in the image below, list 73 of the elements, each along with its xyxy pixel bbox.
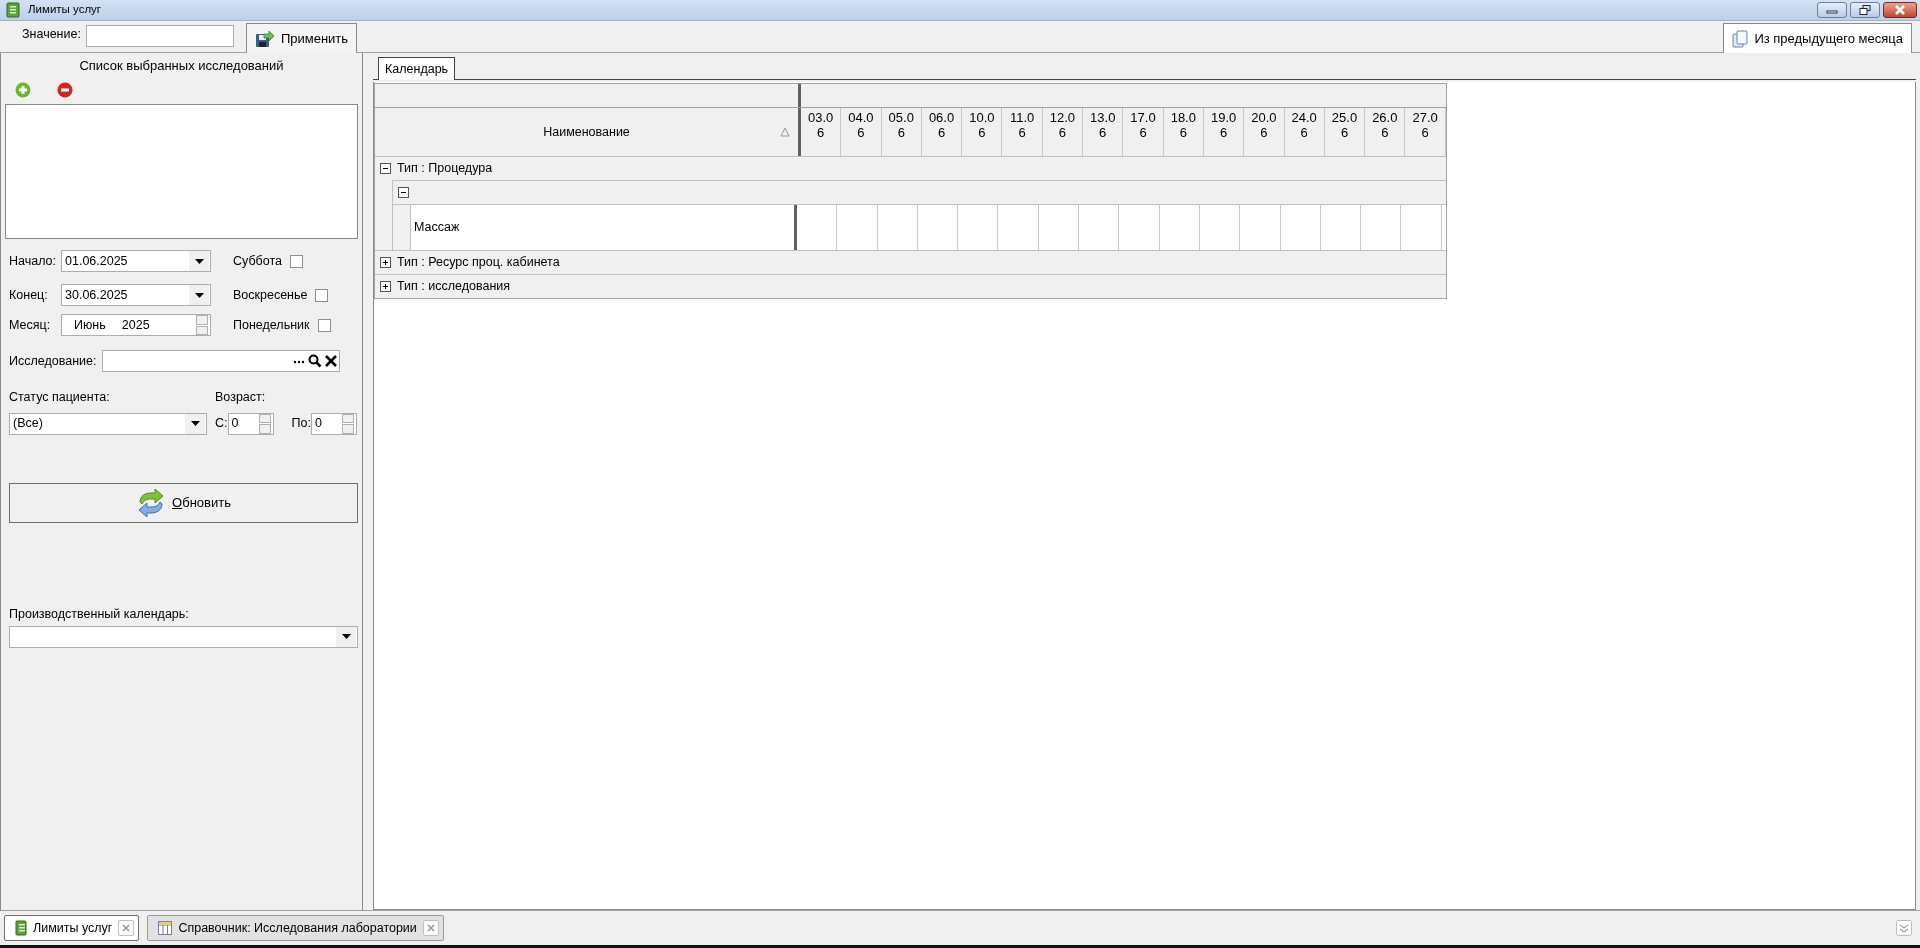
remove-icon[interactable]	[57, 82, 73, 98]
dropdown-button[interactable]	[189, 285, 209, 305]
dropdown-button[interactable]	[336, 626, 356, 647]
start-label: Начало:	[9, 252, 58, 270]
window-title: Лимиты услуг	[28, 2, 102, 18]
spin-up-button[interactable]	[196, 315, 208, 325]
age-to-field[interactable]: 0	[310, 412, 357, 435]
expand-icon[interactable]	[380, 257, 391, 268]
search-icon[interactable]	[307, 353, 324, 369]
dropdown-icon	[190, 421, 200, 427]
dropdown-icon	[194, 292, 204, 298]
end-date-field[interactable]: 30.06.2025	[61, 284, 211, 306]
list-title: Список выбранных исследований	[78, 57, 285, 75]
dropdown-icon	[194, 258, 204, 264]
dropdown-button[interactable]	[189, 251, 209, 271]
document-icon	[15, 920, 27, 936]
refresh-button[interactable]: Обновить	[9, 482, 358, 523]
age-from-field[interactable]: 0	[227, 412, 274, 435]
close-button[interactable]	[1883, 2, 1917, 18]
month-field[interactable]: Июнь 2025	[61, 314, 211, 336]
close-icon	[425, 923, 436, 933]
start-date-field[interactable]: 01.06.2025	[61, 250, 211, 272]
checkbox[interactable]	[289, 254, 303, 268]
month-label: Месяц:	[9, 316, 52, 334]
spin-down-button[interactable]	[258, 424, 271, 434]
study-label: Исследование:	[9, 352, 97, 370]
add-icon[interactable]	[15, 82, 31, 98]
restore-button[interactable]	[1850, 2, 1880, 18]
production-calendar-label: Производственный календарь:	[9, 605, 190, 623]
document-tab[interactable]: Лимиты услуг	[4, 915, 140, 941]
close-icon	[1894, 5, 1906, 15]
age-label: Возраст:	[215, 389, 267, 406]
weekday-label: Понедельник	[233, 316, 310, 334]
study-field[interactable]	[102, 350, 341, 372]
sort-icon	[780, 127, 790, 137]
spin-down-button[interactable]	[196, 325, 208, 335]
patient-status-dropdown[interactable]: (Все)	[9, 412, 207, 435]
save-icon	[254, 29, 275, 48]
dropdown-button[interactable]	[185, 413, 205, 434]
copy-button[interactable]: Из предыдущего месяца	[1723, 23, 1912, 53]
value-label: Значение:	[22, 26, 81, 44]
restore-icon	[1859, 5, 1871, 15]
weekday-label: Суббота	[233, 252, 282, 270]
document-tab[interactable]: Справочник: Исследования лаборатории	[147, 915, 444, 941]
copy-icon	[1732, 29, 1749, 48]
tab-list-icon[interactable]	[1896, 920, 1912, 936]
checkbox[interactable]	[315, 288, 329, 302]
age-to-label: По:	[291, 415, 311, 433]
checkbox[interactable]	[317, 318, 331, 332]
spin-up-button[interactable]	[341, 413, 354, 424]
age-from-label: С:	[215, 415, 228, 433]
group-label: Тип : Процедура	[397, 160, 493, 178]
dropdown-icon	[341, 634, 351, 639]
expand-icon[interactable]	[380, 281, 391, 292]
close-icon	[121, 923, 132, 933]
tab-close-button[interactable]	[422, 920, 439, 936]
patient-status-label: Статус пациента:	[9, 389, 111, 406]
collapse-icon[interactable]	[380, 163, 391, 174]
clear-icon[interactable]	[323, 353, 340, 369]
group-label: Тип : исследования	[397, 278, 511, 296]
selected-list[interactable]	[5, 104, 358, 239]
end-label: Конец:	[9, 286, 49, 304]
table-icon	[158, 921, 173, 935]
spin-up-button[interactable]	[258, 413, 271, 424]
collapse-icon[interactable]	[398, 187, 409, 198]
spin-down-button[interactable]	[341, 424, 354, 434]
weekday-label: Воскресенье	[233, 286, 308, 304]
app-icon	[6, 2, 20, 18]
apply-button[interactable]: Применить	[245, 23, 358, 53]
tab-close-button[interactable]	[118, 920, 135, 936]
group-label: Тип : Ресурс проц. кабинета	[397, 254, 560, 272]
calendar-tab[interactable]: Календарь	[378, 57, 456, 80]
value-field[interactable]	[85, 25, 234, 47]
